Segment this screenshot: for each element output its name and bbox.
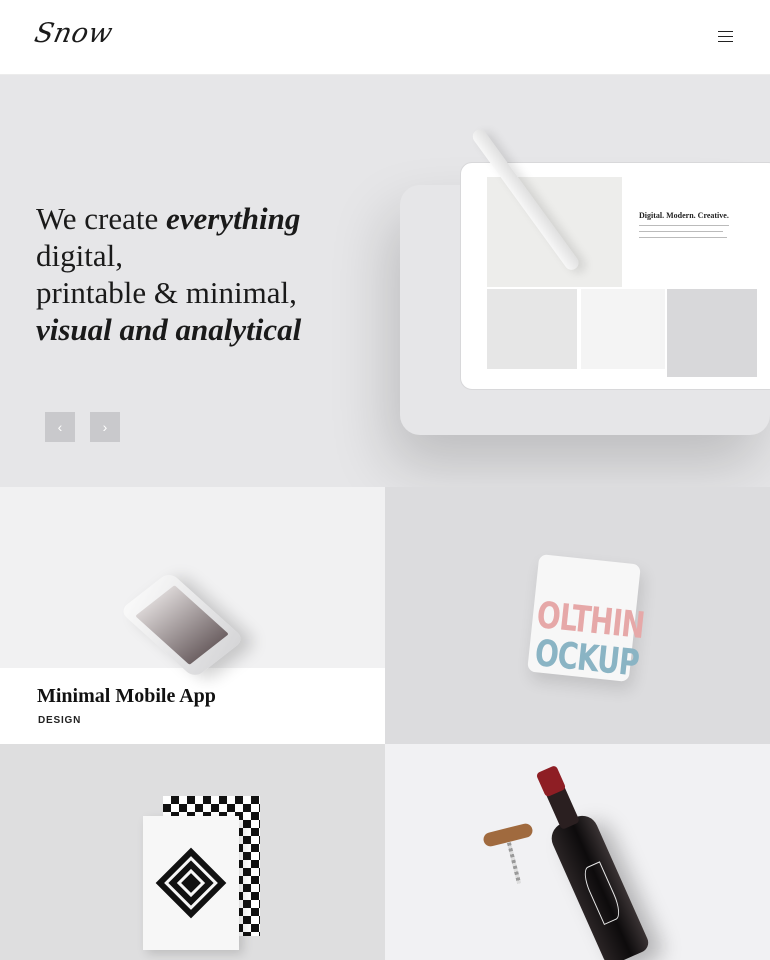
- phone-mockup-image: [119, 571, 245, 679]
- tshirt-mockup-image: OLTHIN OCKUP: [527, 553, 646, 685]
- site-header: Snow: [0, 0, 770, 75]
- chevron-right-icon: ›: [102, 419, 108, 435]
- tablet-mockup-image: Digital. Modern. Creative.: [460, 162, 770, 390]
- portfolio-item-wine-bottle[interactable]: [385, 744, 770, 960]
- phone-screen: [135, 585, 229, 665]
- diamond-card-image: [143, 816, 239, 950]
- portfolio-image: [0, 487, 385, 679]
- hero-line-4: visual and analytical: [36, 312, 302, 347]
- project-category: DESIGN: [38, 715, 82, 726]
- tablet-headline: Digital. Modern. Creative.: [639, 211, 729, 220]
- portfolio-item-tshirt[interactable]: OLTHIN OCKUP: [385, 487, 770, 744]
- hero-line-2: digital,: [36, 238, 123, 273]
- menu-line: [718, 31, 733, 33]
- hero-slider: We create everything digital, printable …: [0, 75, 770, 487]
- hero-text-emphasis: everything: [166, 201, 301, 236]
- menu-line: [718, 41, 733, 43]
- wine-bottle-image: [535, 764, 652, 960]
- hamburger-menu-icon[interactable]: [712, 26, 740, 48]
- project-title[interactable]: Minimal Mobile App: [37, 685, 216, 708]
- tshirt-thumbnail: [667, 289, 757, 377]
- logo[interactable]: Snow: [32, 18, 116, 49]
- bottle-label: [579, 861, 625, 926]
- tote-bag-thumbnail: [581, 289, 665, 369]
- hero-text-plain: We create: [36, 201, 167, 236]
- slider-next-button[interactable]: ›: [90, 412, 120, 442]
- hero-line-3: printable & minimal,: [36, 275, 297, 310]
- corkscrew-screw-image: [506, 842, 522, 884]
- portfolio-item-geometric-print[interactable]: [0, 744, 385, 960]
- portfolio-item-mobile-app[interactable]: Minimal Mobile App DESIGN: [0, 487, 385, 744]
- hero-heading: We create everything digital, printable …: [36, 200, 301, 348]
- magazine-thumbnail: [487, 289, 577, 369]
- menu-line: [718, 36, 733, 38]
- text-line: [639, 231, 723, 232]
- text-line: [639, 225, 729, 226]
- slider-prev-button[interactable]: ‹: [45, 412, 75, 442]
- text-line: [639, 237, 727, 238]
- chevron-left-icon: ‹: [57, 419, 63, 435]
- hero-line-1: We create everything: [36, 200, 301, 237]
